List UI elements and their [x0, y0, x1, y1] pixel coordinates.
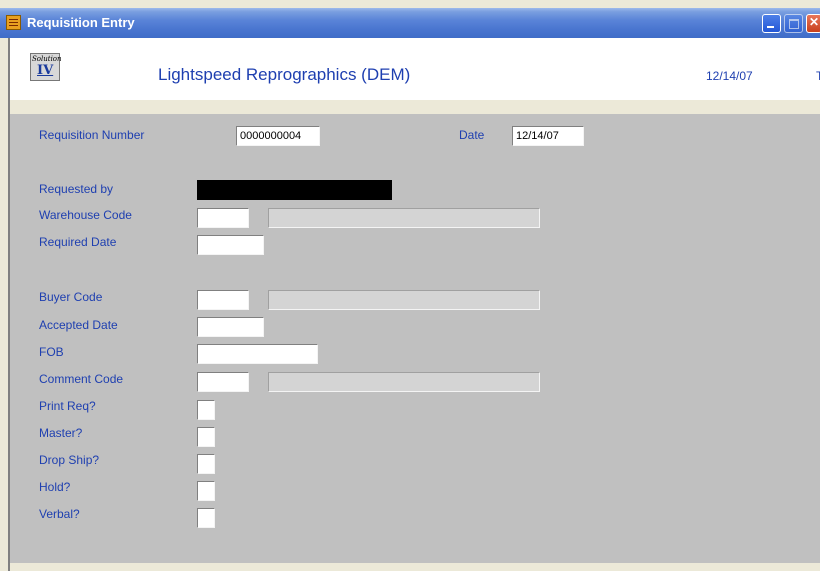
hold-label: Hold?	[39, 480, 71, 494]
date-field[interactable]: 12/14/07	[512, 126, 584, 146]
solution-iv-logo: Solution IV	[30, 53, 62, 81]
buyer-description-field	[268, 290, 540, 310]
accepted-date-field[interactable]	[197, 317, 264, 337]
fob-label: FOB	[39, 345, 64, 359]
accepted-date-label: Accepted Date	[39, 318, 118, 332]
verbal-label: Verbal?	[39, 507, 80, 521]
verbal-field[interactable]	[197, 508, 215, 528]
header-date: 12/14/07	[706, 69, 753, 83]
app-window: Requisition Entry Solution IV Lightspeed…	[0, 0, 820, 571]
status-strip	[8, 563, 820, 571]
print-req-label: Print Req?	[39, 399, 96, 413]
comment-code-label: Comment Code	[39, 372, 124, 386]
minimize-button[interactable]	[762, 14, 781, 33]
drop-ship-field[interactable]	[197, 454, 215, 474]
header-panel: Solution IV Lightspeed Reprographics (DE…	[8, 38, 820, 100]
warehouse-code-field[interactable]	[197, 208, 249, 228]
requisition-form: Requisition Number 0000000004 Date 12/14…	[8, 114, 820, 571]
buyer-code-field[interactable]	[197, 290, 249, 310]
warehouse-code-label: Warehouse Code	[39, 208, 132, 222]
app-icon	[6, 15, 21, 30]
required-date-label: Required Date	[39, 235, 117, 249]
logo-main-text: IV	[37, 63, 54, 78]
comment-description-field	[268, 372, 540, 392]
hold-field[interactable]	[197, 481, 215, 501]
logo-top-text: Solution	[32, 55, 62, 63]
requested-by-label: Requested by	[39, 182, 114, 196]
master-label: Master?	[39, 426, 83, 440]
window-title: Requisition Entry	[27, 15, 135, 30]
comment-code-field[interactable]	[197, 372, 249, 392]
fob-field[interactable]	[197, 344, 318, 364]
print-req-field[interactable]	[197, 400, 215, 420]
company-name: Lightspeed Reprographics (DEM)	[158, 65, 411, 84]
close-button[interactable]	[806, 14, 820, 33]
requisition-number-label: Requisition Number	[39, 128, 145, 142]
buyer-code-label: Buyer Code	[39, 290, 103, 304]
warehouse-description-field	[268, 208, 540, 228]
date-label: Date	[459, 128, 485, 142]
requested-by-field[interactable]	[197, 180, 392, 200]
master-field[interactable]	[197, 427, 215, 447]
maximize-button[interactable]	[784, 14, 803, 33]
header-separator	[8, 100, 820, 114]
required-date-field[interactable]	[197, 235, 264, 255]
terminal-id: T2	[816, 69, 820, 83]
title-bar[interactable]: Requisition Entry	[0, 8, 820, 38]
drop-ship-label: Drop Ship?	[39, 453, 100, 467]
requisition-number-field[interactable]: 0000000004	[236, 126, 320, 146]
